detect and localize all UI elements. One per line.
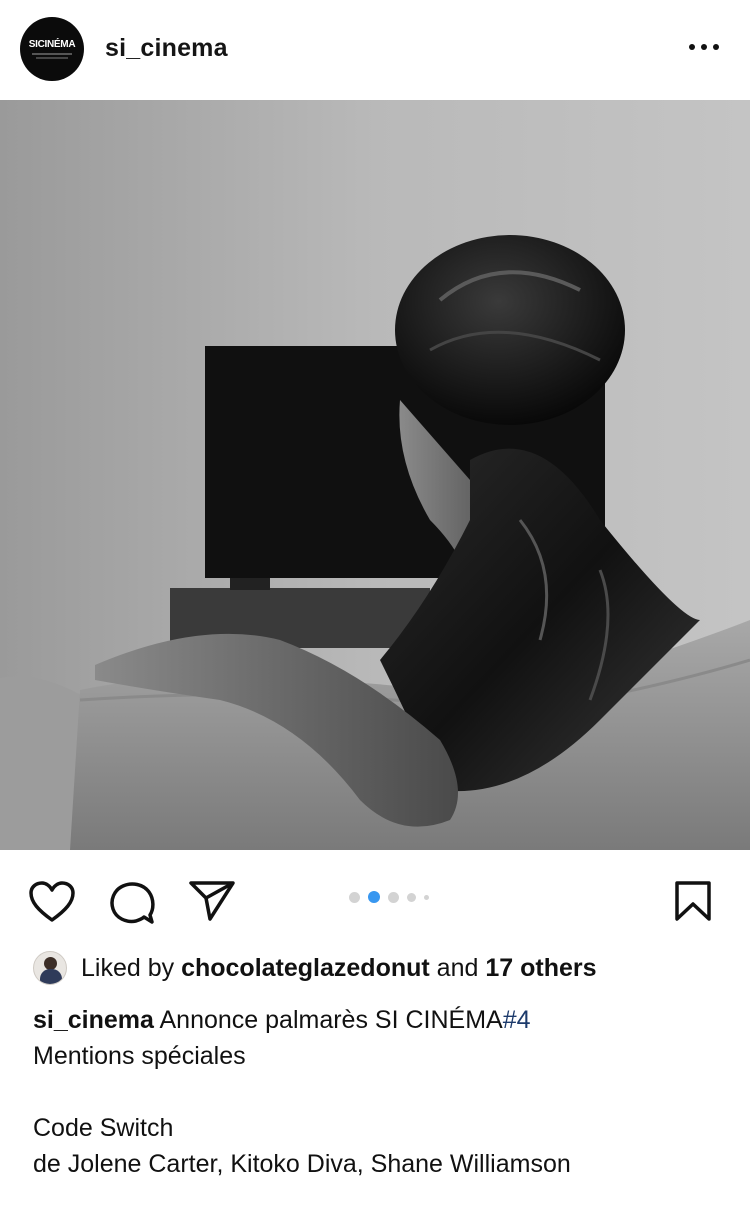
caption-username[interactable]: si_cinema [33,1006,154,1034]
send-icon[interactable] [188,880,236,922]
likes-middle: and [436,953,479,982]
likes-prefix: Liked by [81,953,175,982]
caption-hashtag[interactable]: #4 [503,1006,531,1034]
heart-icon[interactable] [28,880,76,924]
carousel-dot [388,891,399,903]
caption-text: Annonce palmarès SI CINÉMA [159,1006,503,1034]
bookmark-icon[interactable] [673,880,713,922]
post-caption: si_cinema Annonce palmarès SI CINÉMA#4 M… [33,1002,723,1182]
caption-line-3: Code Switch [33,1114,174,1142]
liker-avatar [33,951,67,985]
post-header: SICINÉMA si_cinema [0,0,750,100]
post-photo[interactable] [0,100,750,850]
profile-avatar[interactable]: SICINÉMA [20,17,84,81]
liker-username[interactable]: chocolateglazedonut [181,954,430,983]
carousel-dot [407,892,416,902]
comment-icon[interactable] [108,879,156,925]
avatar-logo-text: SICINÉMA [28,39,76,50]
likes-others[interactable]: 17 others [485,954,596,983]
carousel-indicator [349,891,429,903]
carousel-dot [424,894,429,900]
more-options-icon[interactable] [689,44,719,50]
caption-line-1: si_cinema Annonce palmarès SI CINÉMA#4 [33,1002,723,1038]
carousel-dot-active [368,891,380,903]
carousel-dot [349,891,360,903]
likes-row[interactable]: Liked by chocolateglazedonut and 17 othe… [33,950,597,986]
caption-line-4: de Jolene Carter, Kitoko Diva, Shane Wil… [33,1150,571,1178]
caption-line-2: Mentions spéciales [33,1042,246,1070]
post-username[interactable]: si_cinema [105,34,228,63]
